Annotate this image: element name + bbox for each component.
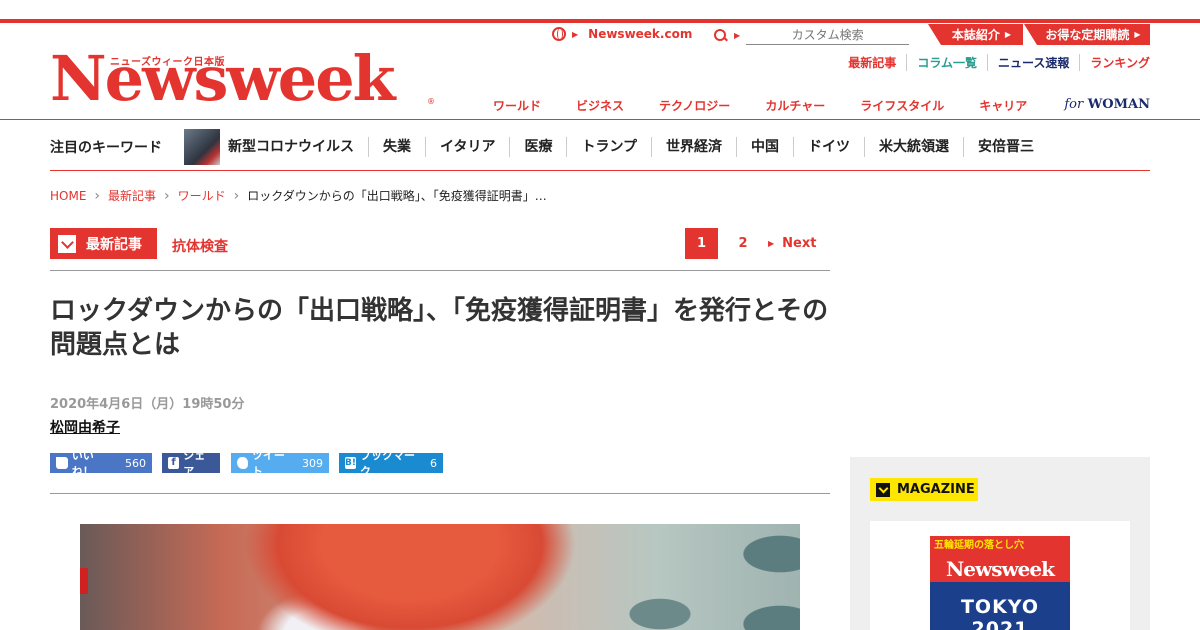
chevron-right-icon: › bbox=[233, 187, 240, 204]
keyword-title: 注目のキーワード bbox=[50, 140, 162, 156]
link-latest[interactable]: 最新記事 bbox=[838, 54, 906, 71]
keyword-item[interactable]: 新型コロナウイルス bbox=[228, 137, 368, 157]
breadcrumb-latest[interactable]: 最新記事 bbox=[108, 187, 156, 204]
for-woman-label: WOMAN bbox=[1087, 97, 1150, 112]
magazine-cover[interactable]: 五輪延期の落とし穴 Newsweek TOKYO 2021 bbox=[930, 536, 1070, 630]
divider bbox=[50, 493, 830, 494]
chevron-right-icon: › bbox=[94, 187, 101, 204]
category-career[interactable]: キャリア bbox=[979, 97, 1027, 114]
site-logo[interactable]: Newsweek ニューズウィーク日本版 ® bbox=[50, 44, 435, 114]
subscribe-button[interactable]: お得な定期購読 ▶ bbox=[1024, 24, 1150, 45]
for-woman-prefix: for bbox=[1064, 97, 1084, 112]
next-page-link[interactable]: ▶ Next bbox=[768, 236, 816, 251]
hatena-bookmark-icon: B! bbox=[345, 457, 356, 469]
registered-mark: ® bbox=[427, 97, 435, 106]
page-2[interactable]: 2 bbox=[718, 236, 768, 251]
hatena-bookmark-button[interactable]: B! ブックマーク 6 bbox=[339, 449, 443, 478]
about-magazine-label: 本誌紹介 bbox=[951, 28, 1000, 42]
about-magazine-button[interactable]: 本誌紹介 ▶ bbox=[928, 24, 1023, 45]
facebook-icon: f bbox=[168, 457, 180, 469]
keyword-item[interactable]: イタリア bbox=[425, 137, 509, 157]
article-photo bbox=[80, 524, 800, 630]
caret-right-icon: ▶ bbox=[1134, 30, 1141, 39]
link-news-flash[interactable]: ニュース速報 bbox=[986, 54, 1079, 71]
share-label: シェア bbox=[183, 449, 206, 478]
breadcrumb: HOME › 最新記事 › ワールド › ロックダウンからの「出口戦略」、「免疫… bbox=[50, 187, 547, 204]
category-world[interactable]: ワールド bbox=[493, 97, 541, 114]
like-count: 560 bbox=[125, 456, 146, 470]
facebook-share-button[interactable]: f シェア bbox=[162, 449, 220, 478]
keyword-item[interactable]: トランプ bbox=[566, 137, 651, 157]
newsweek-com-link[interactable]: ▶ Newsweek.com bbox=[552, 27, 692, 41]
breadcrumb-current: ロックダウンからの「出口戦略」、「免疫獲得証明書」… bbox=[247, 189, 547, 203]
keyword-item[interactable]: 医療 bbox=[509, 137, 566, 157]
article-author[interactable]: 松岡由希子 bbox=[50, 417, 120, 437]
magazine-label: MAGAZINE bbox=[897, 482, 975, 497]
like-label: いいね！ bbox=[71, 449, 94, 478]
breadcrumb-world[interactable]: ワールド bbox=[178, 187, 226, 204]
category-lifestyle[interactable]: ライフスタイル bbox=[860, 97, 944, 114]
caret-right-icon: ▶ bbox=[734, 31, 741, 40]
link-ranking[interactable]: ランキング bbox=[1079, 54, 1150, 71]
keyword-item[interactable]: 安倍晋三 bbox=[963, 137, 1048, 157]
search-input[interactable] bbox=[746, 26, 910, 45]
category-nav: ワールド ビジネス テクノロジー カルチャー ライフスタイル キャリア bbox=[493, 97, 1062, 114]
chevron-right-icon: › bbox=[164, 187, 170, 204]
magazine-tag: MAGAZINE bbox=[870, 478, 978, 501]
keyword-item[interactable]: 世界経済 bbox=[651, 137, 736, 157]
photo-detail bbox=[80, 568, 88, 594]
next-label: Next bbox=[782, 236, 817, 251]
divider bbox=[0, 119, 1200, 120]
cover-headline: 五輪延期の落とし穴 bbox=[930, 536, 1070, 556]
cover-title: TOKYO 2021 bbox=[960, 596, 1040, 630]
chevron-down-icon bbox=[876, 482, 890, 497]
bookmark-label: ブックマーク bbox=[359, 449, 415, 478]
bookmark-count: 6 bbox=[430, 456, 437, 470]
thumbs-up-icon bbox=[56, 457, 68, 469]
article-date: 2020年4月6日（月）19時50分 bbox=[50, 397, 245, 412]
caret-right-icon: ▶ bbox=[1004, 30, 1012, 39]
section-label: 最新記事 bbox=[86, 236, 142, 253]
divider bbox=[50, 270, 830, 271]
breadcrumb-home[interactable]: HOME bbox=[50, 189, 86, 203]
topic-tag[interactable]: 抗体検査 bbox=[172, 236, 228, 256]
globe-icon bbox=[552, 27, 566, 41]
caret-right-icon: ▶ bbox=[768, 239, 775, 248]
newsweek-com-label: Newsweek.com bbox=[588, 27, 693, 41]
facebook-like-button[interactable]: いいね！ 560 bbox=[50, 449, 152, 478]
logo-subtitle: ニューズウィーク日本版 bbox=[110, 57, 225, 68]
category-business[interactable]: ビジネス bbox=[576, 97, 624, 114]
keyword-item[interactable]: ドイツ bbox=[793, 137, 864, 157]
tweet-count: 309 bbox=[302, 456, 323, 470]
page-current[interactable]: 1 bbox=[685, 228, 718, 259]
for-woman-link[interactable]: for WOMAN bbox=[1064, 97, 1150, 112]
top-accent-bar bbox=[0, 19, 1200, 23]
twitter-bird-icon bbox=[237, 457, 248, 469]
keyword-bar: 注目のキーワード 新型コロナウイルス 失業 イタリア 医療 トランプ 世界経済 … bbox=[50, 125, 1150, 169]
section-tag[interactable]: 最新記事 bbox=[50, 228, 157, 259]
category-technology[interactable]: テクノロジー bbox=[659, 97, 730, 114]
link-columns[interactable]: コラム一覧 bbox=[906, 54, 987, 71]
article-title: ロックダウンからの「出口戦略」、「免疫獲得証明書」を発行とその問題点とは bbox=[50, 296, 829, 360]
tweet-label: ツイート bbox=[251, 449, 285, 478]
chevron-down-icon bbox=[58, 234, 76, 253]
site-search: ▶ bbox=[714, 26, 910, 45]
keyword-item[interactable]: 中国 bbox=[736, 137, 793, 157]
cover-logo: Newsweek bbox=[930, 556, 1070, 582]
category-culture[interactable]: カルチャー bbox=[765, 97, 825, 114]
tweet-button[interactable]: ツイート 309 bbox=[231, 449, 329, 478]
search-icon[interactable] bbox=[714, 28, 728, 43]
header-sub-links: 最新記事 コラム一覧 ニュース速報 ランキング bbox=[838, 54, 1150, 71]
divider bbox=[50, 170, 1150, 171]
keyword-item[interactable]: 米大統領選 bbox=[864, 137, 963, 157]
caret-right-icon: ▶ bbox=[572, 29, 579, 39]
subscribe-label: お得な定期購読 bbox=[1045, 28, 1130, 42]
pagination: 1 2 ▶ Next bbox=[685, 228, 816, 259]
keyword-item[interactable]: 失業 bbox=[368, 137, 425, 157]
keyword-thumbnail[interactable] bbox=[184, 129, 220, 165]
